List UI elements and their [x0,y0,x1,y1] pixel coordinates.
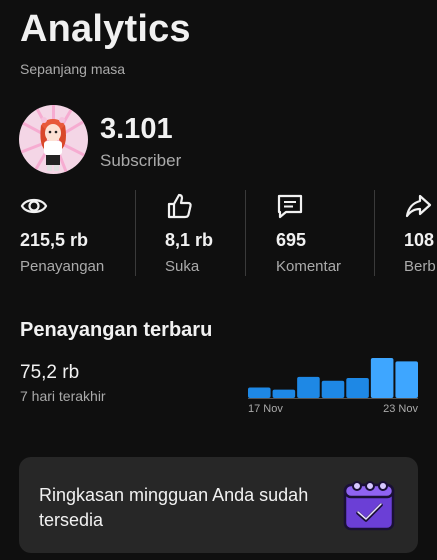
page-title: Analytics [20,8,191,50]
stat-views[interactable]: 215,5 rb Penayangan [20,188,130,280]
views-value: 215,5 rb [20,230,89,250]
chart-bar [395,361,418,398]
shares-label: Berb [404,258,436,275]
stat-divider [135,190,136,276]
comments-label: Komentar [276,258,342,275]
recent-views-period: 7 hari terakhir [20,388,106,404]
stats-row: 215,5 rb Penayangan 8,1 rb Suka 695 Kome… [0,188,437,280]
weekly-summary-card[interactable]: Ringkasan mingguan Anda sudah tersedia [19,457,418,553]
chart-bar [297,376,320,398]
stat-comments[interactable]: 695 Komentar [276,188,366,280]
chart-bar [272,389,296,398]
comment-icon [277,194,303,219]
chart-bar [370,358,394,398]
chart-bar [248,387,271,398]
channel-avatar[interactable] [19,105,88,174]
recent-views-value: 75,2 rb [20,362,80,383]
shares-value: 108 [404,230,435,250]
weekly-summary-text: Ringkasan mingguan Anda sudah tersedia [39,485,309,530]
eye-icon [20,198,48,214]
page-subtitle: Sepanjang masa [20,61,126,77]
likes-label: Suka [165,258,200,275]
likes-value: 8,1 rb [165,230,214,250]
chart-tick-label: 23 Nov [383,403,418,415]
chart-bar [346,378,369,398]
subscriber-label: Subscriber [100,151,182,170]
stat-likes[interactable]: 8,1 rb Suka [165,188,240,280]
chart-tick-label: 17 Nov [248,403,283,415]
stat-shares[interactable]: 108 Berb [404,188,437,280]
views-label: Penayangan [20,258,105,275]
chart-bar [321,380,345,398]
stat-divider [374,190,375,276]
comments-value: 695 [276,230,307,250]
subscriber-count: 3.101 [100,113,173,145]
recent-views-chart[interactable]: 17 Nov 23 Nov [248,350,418,418]
calendar-check-icon [343,481,395,531]
stat-divider [245,190,246,276]
recent-views-title: Penayangan terbaru [20,319,213,341]
share-icon [405,194,432,218]
thumbs-up-icon [167,193,192,219]
